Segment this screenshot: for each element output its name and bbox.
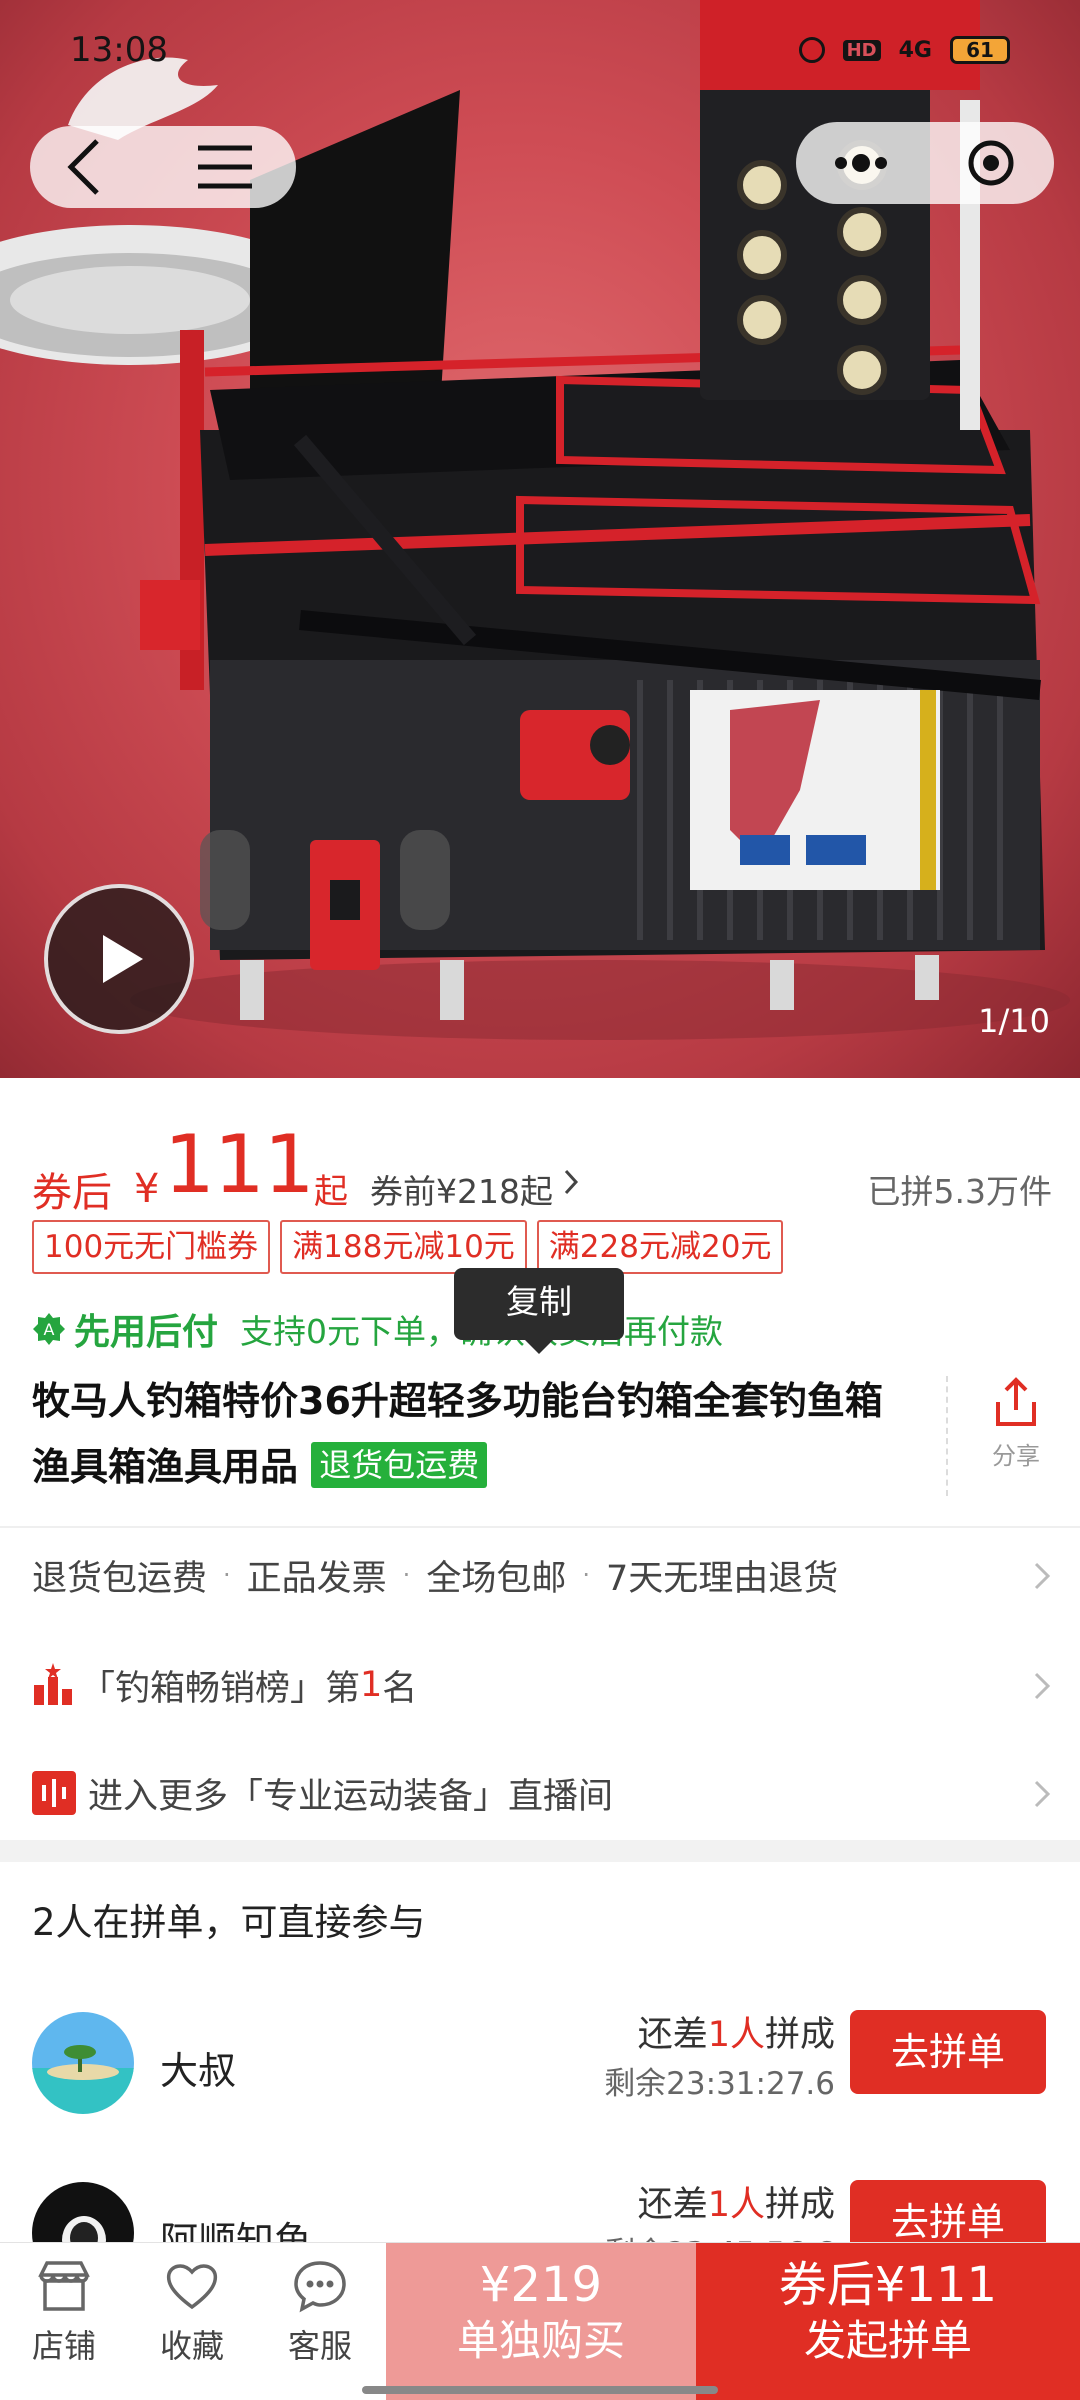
- chat-icon: [294, 2261, 346, 2313]
- return-shipping-tag: 退货包运费: [311, 1442, 488, 1488]
- bottom-action-bar: 店铺 收藏 客服 ¥219 单独购买 券后¥111 发起拼单: [0, 2242, 1080, 2400]
- coupon-tag[interactable]: 满228元减20元: [536, 1220, 784, 1274]
- need-suffix: 拼成: [764, 2015, 835, 2055]
- coupon-list: 100元无门槛券 满188元减10元 满228元减20元: [32, 1220, 784, 1274]
- coupon-price: 111: [164, 1118, 315, 1211]
- guarantee-item: 正品发票: [246, 1558, 387, 1599]
- group-buy-section: 2人在拼单，可直接参与 大叔 还差1人拼成 剩余23:31:27.6 去拼单 阿…: [0, 1862, 1080, 2284]
- favorite-tab[interactable]: 收藏: [132, 2257, 252, 2367]
- product-title: 牧马人钓箱特价36升超轻多功能台钓箱全套钓鱼箱渔具箱渔具用品 退货包运费: [32, 1368, 912, 1500]
- ranking-number: 1: [360, 1665, 383, 1705]
- chevron-right-icon: [1034, 1672, 1051, 1700]
- svg-text:A: A: [44, 1320, 55, 1339]
- copy-tooltip[interactable]: 复制: [454, 1268, 624, 1354]
- nav-capsule-right: [796, 122, 1054, 204]
- nav-capsule-left: [30, 126, 296, 208]
- buy-alone-label: 单独购买: [456, 2316, 625, 2365]
- pay-later-badge-icon: A: [33, 1313, 65, 1345]
- buy-alone-button[interactable]: ¥219 单独购买: [386, 2243, 696, 2400]
- divider: [0, 1526, 1080, 1528]
- start-group-label: 发起拼单: [803, 2316, 972, 2365]
- ranking-icon: [34, 1663, 72, 1705]
- more-dots-icon: [835, 154, 887, 172]
- chevron-left-icon: [67, 139, 99, 195]
- heart-icon: [166, 2264, 218, 2310]
- chevron-right-icon: [1034, 1562, 1051, 1590]
- need-prefix: 还差: [637, 2015, 708, 2055]
- price-row: 券后 ¥ 111 起 券前¥218起 已拼5.3万件: [32, 1108, 1052, 1216]
- coupon-tag[interactable]: 100元无门槛券: [32, 1220, 271, 1274]
- chevron-right-icon: [1034, 1780, 1051, 1808]
- hd-icon: HD: [842, 39, 881, 61]
- start-group-button[interactable]: 券后¥111 发起拼单: [696, 2243, 1080, 2400]
- target-icon: [968, 140, 1014, 186]
- menu-icon: [198, 145, 252, 189]
- service-label: 客服: [287, 2327, 352, 2365]
- more-button[interactable]: [806, 122, 916, 204]
- chevron-right-icon: [564, 1169, 579, 1195]
- pay-later-name: 先用后付: [74, 1312, 219, 1353]
- alarm-icon: [798, 37, 825, 63]
- menu-button[interactable]: [170, 126, 280, 208]
- coupon-tag[interactable]: 满188元减10元: [280, 1220, 527, 1274]
- share-label: 分享: [992, 1442, 1040, 1470]
- need-count: 1人: [707, 2185, 765, 2225]
- favorite-label: 收藏: [159, 2327, 224, 2365]
- divider: [946, 1376, 948, 1496]
- coupon-price-label: 券后: [32, 1170, 112, 1216]
- guarantee-item: 7天无理由退货: [605, 1558, 839, 1599]
- group-buy-title: 2人在拼单，可直接参与: [32, 1901, 426, 1944]
- live-room-row[interactable]: 进入更多「专业运动装备」直播间: [32, 1758, 1052, 1828]
- live-icon: [32, 1771, 76, 1815]
- guarantee-item: 全场包邮: [426, 1558, 567, 1599]
- ranking-suffix: 名: [382, 1668, 418, 1709]
- price-suffix: 起: [314, 1172, 348, 1212]
- network-label: 4G: [898, 37, 932, 63]
- share-icon: [996, 1377, 1036, 1426]
- store-icon: [38, 2261, 90, 2311]
- join-group-button[interactable]: 去拼单: [850, 2010, 1046, 2094]
- live-room-label: 进入更多「专业运动装备」直播间: [88, 1776, 614, 1817]
- group-price: 券后¥111: [778, 2257, 998, 2313]
- status-time: 13:08: [70, 30, 168, 70]
- product-info-section: 券后 ¥ 111 起 券前¥218起 已拼5.3万件 100元无门槛券 满188…: [0, 1078, 1080, 1840]
- buy-alone-price: ¥219: [479, 2257, 603, 2313]
- service-tab[interactable]: 客服: [260, 2257, 380, 2367]
- battery-icon: 61: [950, 36, 1010, 64]
- ranking-row[interactable]: 「钓箱畅销榜」第 1 名: [32, 1650, 1052, 1720]
- guarantee-row[interactable]: 退货包运费 · 正品发票 · 全场包邮 · 7天无理由退货: [32, 1540, 1052, 1610]
- group-buy-row: 大叔 还差1人拼成 剩余23:31:27.6 去拼单: [0, 1998, 1080, 2128]
- guarantee-item: 退货包运费: [32, 1558, 208, 1599]
- need-prefix: 还差: [637, 2185, 708, 2225]
- group-member-name: 大叔: [160, 2049, 237, 2093]
- play-icon: [103, 935, 143, 983]
- group-need-text: 还差1人拼成: [638, 2176, 835, 2227]
- share-button[interactable]: 分享: [980, 1374, 1052, 1471]
- video-play-button[interactable]: [44, 884, 194, 1034]
- currency-symbol: ¥: [134, 1166, 160, 1212]
- need-count: 1人: [707, 2015, 765, 2055]
- sold-count: 已拼5.3万件: [867, 1172, 1052, 1211]
- avatar: [32, 2012, 134, 2114]
- separator-dot: ·: [582, 1561, 590, 1589]
- product-image-gallery[interactable]: 13:08 HD 4G 61 1/10: [0, 0, 1080, 1078]
- group-need-text: 还差1人拼成: [638, 2006, 835, 2057]
- price-before-coupon[interactable]: 券前¥218起: [370, 1165, 553, 1213]
- home-indicator[interactable]: [362, 2386, 718, 2394]
- gallery-page-indicator: 1/10: [978, 1002, 1050, 1040]
- group-countdown: 剩余23:31:27.6: [604, 2066, 835, 2102]
- store-tab[interactable]: 店铺: [4, 2257, 124, 2367]
- close-miniapp-button[interactable]: [936, 122, 1046, 204]
- back-button[interactable]: [30, 126, 140, 208]
- ranking-prefix: 「钓箱畅销榜」第: [80, 1668, 361, 1709]
- separator-dot: ·: [402, 1561, 411, 1589]
- need-suffix: 拼成: [764, 2185, 835, 2225]
- separator-dot: ·: [223, 1561, 231, 1589]
- status-icons: HD 4G 61: [798, 30, 1010, 70]
- store-label: 店铺: [31, 2327, 96, 2365]
